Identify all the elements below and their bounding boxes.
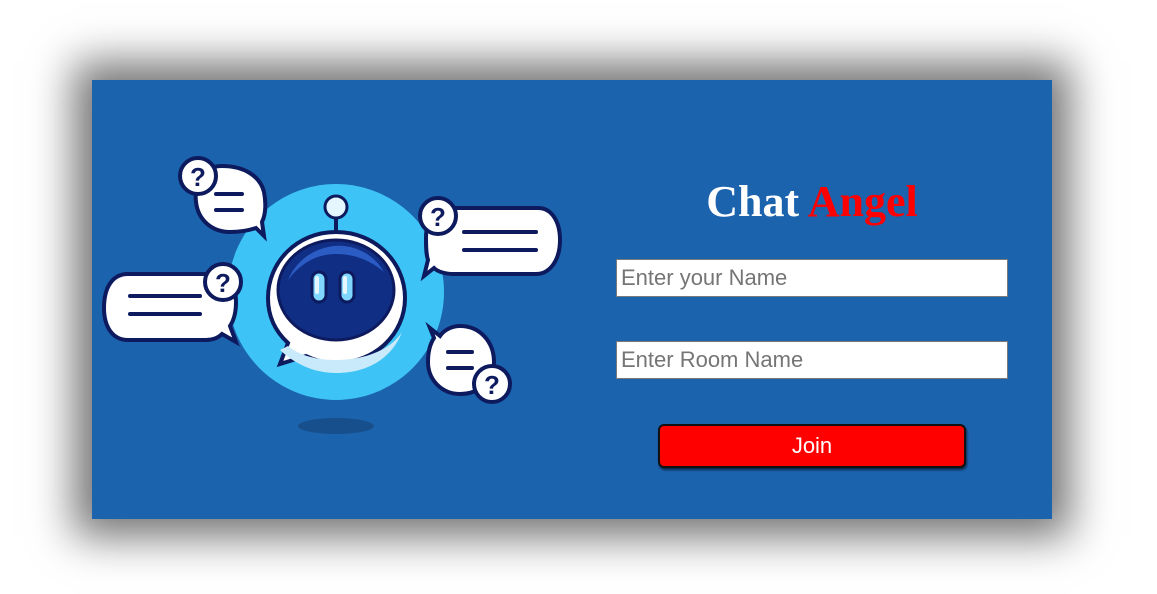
join-button[interactable]: Join: [658, 424, 966, 468]
robot-shadow: [298, 418, 374, 434]
chatbot-illustration: ? ? ? ?: [101, 156, 563, 434]
app-title-part2: Angel: [807, 177, 918, 226]
svg-text:?: ?: [215, 268, 231, 298]
name-input[interactable]: [616, 259, 1008, 297]
svg-text:?: ?: [484, 370, 500, 400]
login-card: ? ? ? ? Chat Angel Join: [92, 80, 1052, 519]
speech-bubble-bottom-right: ?: [425, 321, 512, 404]
speech-bubble-left: ?: [101, 262, 243, 347]
app-title: Chat Angel: [616, 176, 1008, 228]
room-name-input[interactable]: [616, 341, 1008, 379]
speech-bubble-top-left: ?: [178, 156, 268, 242]
svg-text:?: ?: [190, 162, 206, 192]
svg-text:?: ?: [430, 202, 446, 232]
app-title-part1: Chat: [706, 177, 800, 226]
robot-head: [265, 229, 408, 373]
speech-bubble-top-right: ?: [418, 196, 563, 282]
